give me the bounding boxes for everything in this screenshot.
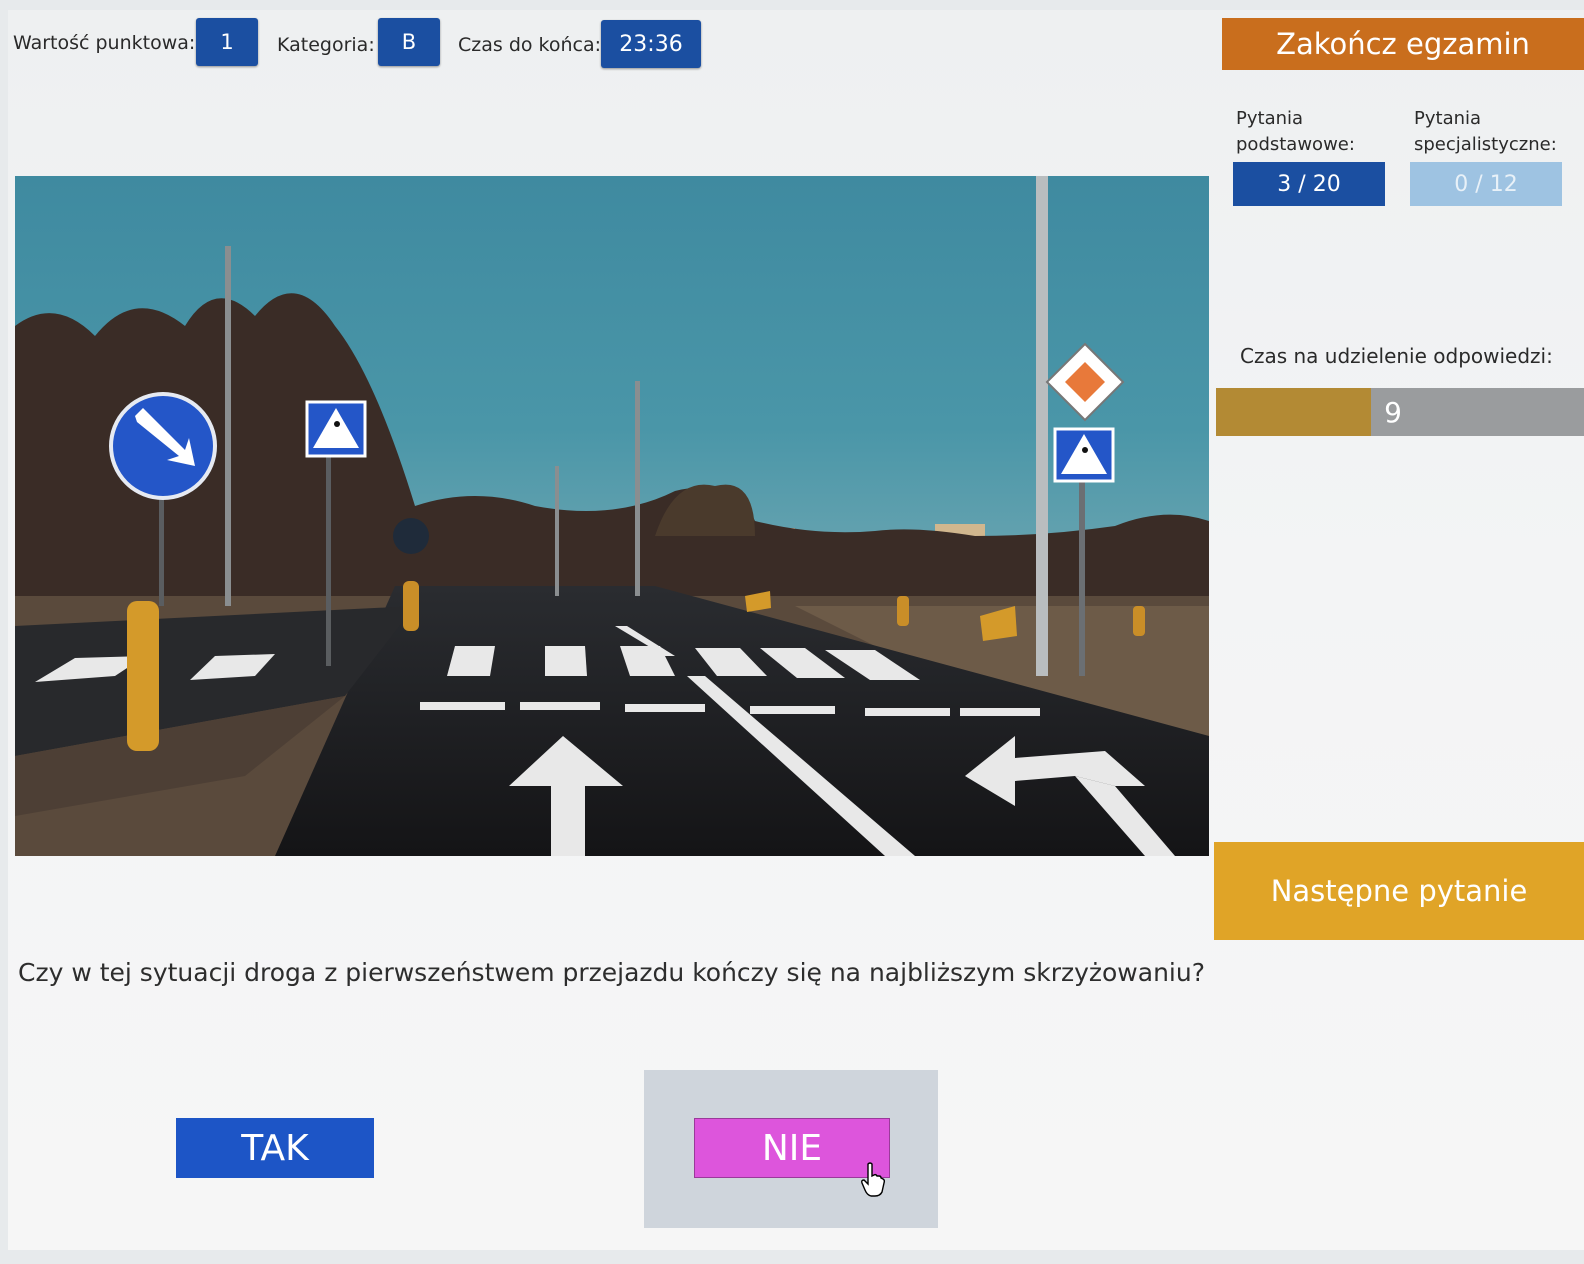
question-photo <box>15 176 1209 856</box>
category-value: B <box>378 18 440 66</box>
answer-time-value: 9 <box>1384 395 1402 429</box>
special-label-line1: Pytania <box>1414 108 1482 129</box>
answer-yes-button[interactable]: TAK <box>176 1118 374 1178</box>
special-questions-counter: 0 / 12 <box>1410 162 1562 206</box>
question-text: Czy w tej sytuacji droga z pierwszeństwe… <box>18 958 1205 987</box>
basic-questions-label: Pytania podstawowe: <box>1236 106 1355 158</box>
time-left-value: 23:36 <box>601 20 701 68</box>
exam-screen: Wartość punktowa: 1 Kategoria: B Czas do… <box>8 10 1584 1250</box>
category-label: Kategoria: <box>277 34 375 56</box>
points-value: 1 <box>196 18 258 66</box>
next-question-button[interactable]: Następne pytanie <box>1214 842 1584 940</box>
basic-label-line1: Pytania <box>1236 108 1304 129</box>
end-exam-button[interactable]: Zakończ egzamin <box>1222 18 1584 70</box>
special-label-line2: specjalistyczne: <box>1414 134 1557 155</box>
answer-time-fill <box>1216 388 1371 436</box>
basic-label-line2: podstawowe: <box>1236 134 1355 155</box>
time-left-label: Czas do końca: <box>458 34 602 56</box>
basic-questions-counter: 3 / 20 <box>1233 162 1385 206</box>
hand-cursor-icon <box>861 1162 886 1197</box>
answer-time-label: Czas na udzielenie odpowiedzi: <box>1240 344 1553 368</box>
points-label: Wartość punktowa: <box>13 32 196 54</box>
special-questions-label: Pytania specjalistyczne: <box>1414 106 1557 158</box>
